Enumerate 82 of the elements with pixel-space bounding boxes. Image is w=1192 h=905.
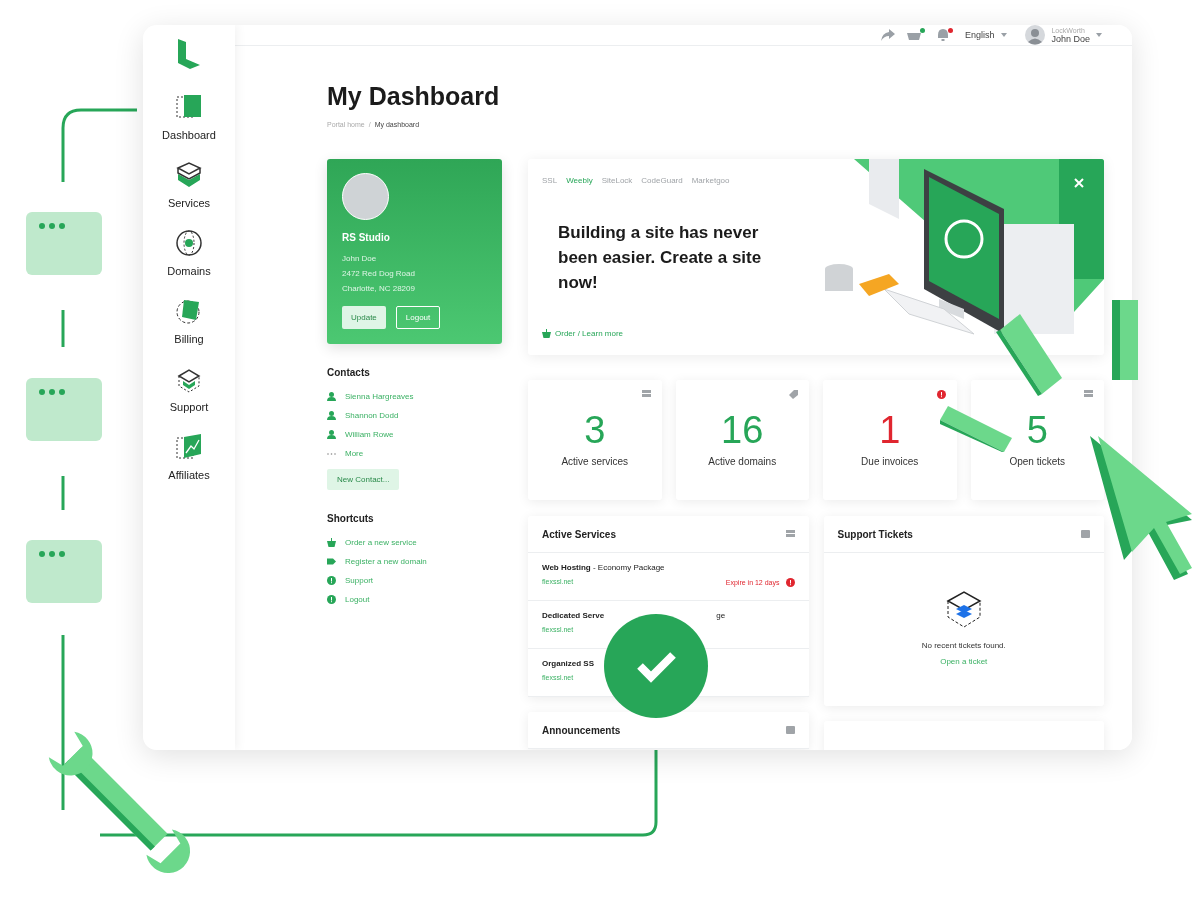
- stat-value: 1: [879, 410, 901, 450]
- globe-icon: [174, 228, 204, 258]
- promo-tab[interactable]: Weebly: [566, 176, 593, 185]
- service-name: Organized SS: [542, 659, 594, 668]
- promo-heading: Building a site has never been easier. Create a site now!: [558, 222, 763, 294]
- page-title: My Dashboard: [327, 82, 501, 111]
- sidebar-item[interactable]: Dashboard: [162, 92, 216, 141]
- close-icon[interactable]: [1074, 178, 1084, 188]
- server-icon: [1084, 390, 1093, 398]
- new-contact-button[interactable]: New Contact...: [327, 469, 400, 490]
- connector-line: [61, 476, 65, 510]
- contact-link[interactable]: Sienna Hargreaves: [327, 392, 502, 401]
- person-icon: [327, 392, 336, 401]
- server-icon: [641, 390, 651, 398]
- promo-tab[interactable]: CodeGuard: [641, 176, 683, 185]
- sidebar-item[interactable]: Domains: [167, 228, 211, 277]
- caret-icon: [1001, 33, 1008, 37]
- tag-icon: [327, 557, 336, 566]
- shortcut-link[interactable]: Register a new domain: [327, 557, 502, 566]
- service-name: Web Hosting - Economy Package: [542, 563, 665, 572]
- logout-button[interactable]: Logout: [395, 306, 441, 329]
- promo-tab[interactable]: Marketgoo: [691, 176, 730, 185]
- alert-icon: [936, 390, 946, 399]
- sidebar-item[interactable]: Services: [167, 160, 211, 209]
- promo-tab[interactable]: SSL: [542, 176, 558, 185]
- envelope-box-icon: [945, 589, 982, 629]
- language-dropdown[interactable]: English: [964, 30, 1008, 40]
- panel-title: Announcements: [542, 724, 621, 736]
- contact-link[interactable]: Shannon Dodd: [327, 411, 502, 420]
- server-icon: [785, 530, 795, 538]
- basket-icon: [542, 329, 551, 338]
- service-name: Dedicated Serve: [542, 611, 605, 620]
- open-ticket-link[interactable]: Open a ticket: [940, 657, 988, 666]
- browser-window-icon: [26, 540, 102, 603]
- section-title: Contacts: [327, 367, 371, 378]
- stat-value: 5: [1026, 410, 1048, 450]
- order-link[interactable]: Order / Learn more: [542, 329, 800, 338]
- box-icon: [174, 160, 204, 190]
- connector-line: [61, 310, 65, 347]
- promo-tab[interactable]: SiteLock: [601, 176, 633, 185]
- basket-icon: [327, 538, 336, 547]
- empty-message: No recent tickets found.: [921, 641, 1006, 650]
- contact-link[interactable]: William Rowe: [327, 430, 502, 439]
- section-title: Shortcuts: [327, 513, 375, 524]
- caret-icon: [1096, 33, 1102, 37]
- share-icon[interactable]: [880, 29, 895, 41]
- stat-label: Due invoices: [861, 456, 919, 467]
- shortcut-link[interactable]: Order a new service: [327, 538, 502, 547]
- panel-title: Active Services: [542, 528, 616, 540]
- basket-icon[interactable]: [906, 28, 925, 42]
- bell-icon[interactable]: [936, 28, 953, 42]
- chart-icon: [174, 432, 204, 462]
- contact-link[interactable]: More: [327, 449, 502, 458]
- browser-window-icon: [26, 378, 102, 441]
- browser-window-icon: [26, 212, 102, 275]
- address-line: John Doe: [342, 253, 378, 265]
- service-name: ge: [716, 611, 726, 620]
- company-name: RS Studio: [342, 232, 391, 243]
- shortcut-link[interactable]: Support: [327, 576, 502, 585]
- logo-icon: [176, 39, 202, 69]
- shortcut-link[interactable]: Logout: [327, 595, 502, 604]
- tag-icon: [789, 390, 798, 399]
- person-icon: [327, 411, 336, 420]
- address-line: Charlotte, NC 28209: [342, 283, 416, 295]
- alert-icon: [327, 576, 336, 585]
- stat-label: Active services: [561, 456, 629, 467]
- sidebar-item[interactable]: Support: [169, 364, 209, 413]
- avatar-placeholder: [342, 173, 389, 220]
- stat-label: Active domains: [708, 456, 777, 467]
- stat-label: Open tickets: [1009, 456, 1066, 467]
- stat-value: 3: [584, 410, 606, 450]
- address-line: 2472 Red Dog Road: [342, 268, 416, 280]
- stat-value: 16: [721, 410, 764, 450]
- person-icon: [327, 430, 336, 439]
- alert-icon: [785, 578, 795, 587]
- block-drawing: [940, 404, 1012, 452]
- sidebar-item[interactable]: Billing: [174, 296, 204, 345]
- sidebar-item[interactable]: Affiliates: [168, 432, 210, 481]
- alert-icon: [327, 595, 336, 604]
- panel-title: Support Tickets: [837, 528, 913, 540]
- avatar-icon: [1025, 25, 1046, 45]
- update-button[interactable]: Update: [342, 306, 386, 329]
